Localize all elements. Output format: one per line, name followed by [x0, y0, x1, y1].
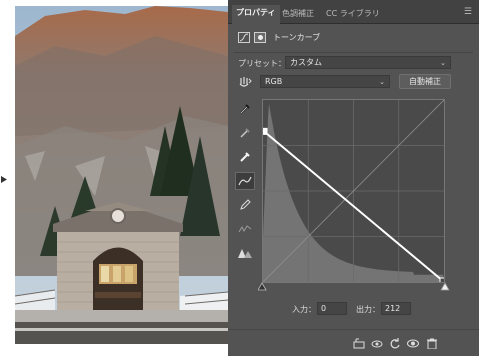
input-field[interactable]: 0 [317, 302, 347, 315]
curve-point[interactable] [263, 127, 268, 135]
channel-select[interactable]: RGB ⌄ [260, 75, 390, 88]
input-output-row: 入力： 0 出力： 212 [228, 302, 479, 316]
curve-edit-icon[interactable] [235, 172, 255, 190]
tab-adjustments[interactable]: 色調補正 [278, 6, 318, 22]
photo-preview [15, 6, 228, 344]
tab-properties[interactable]: プロパティ [232, 5, 280, 24]
curves-graph[interactable] [262, 99, 445, 283]
view-previous-icon[interactable] [371, 338, 383, 349]
eyedropper-white-icon[interactable] [235, 148, 255, 166]
visibility-icon[interactable] [407, 338, 419, 349]
finger-adjust-icon[interactable] [238, 76, 252, 88]
properties-panel: プロパティ 色調補正 CC ライブラリ ☰ トーンカーブ プリセット： カスタム… [228, 0, 479, 356]
tab-cc-libraries[interactable]: CC ライブラリ [322, 6, 384, 22]
panel-tab-bar: プロパティ 色調補正 CC ライブラリ ☰ [228, 0, 479, 24]
auto-button[interactable]: 自動補正 [399, 74, 451, 89]
input-label: 入力： [292, 305, 316, 314]
photo-marker-icon [1, 176, 7, 183]
curves-adjustment-icon [238, 31, 250, 43]
eyedropper-gray-icon[interactable] [235, 124, 255, 142]
panel-bottom-bar [228, 329, 479, 356]
output-field[interactable]: 212 [381, 302, 411, 315]
panel-title: トーンカーブ [273, 32, 321, 42]
input-level-sliders[interactable] [258, 282, 450, 292]
panel-menu-icon[interactable]: ☰ [464, 7, 472, 17]
clip-to-layer-icon[interactable] [353, 338, 365, 349]
chevron-down-icon: ⌄ [379, 78, 385, 86]
panel-title-row: トーンカーブ [238, 31, 320, 43]
chevron-down-icon: ⌄ [440, 59, 446, 67]
curve-tools [235, 100, 257, 268]
eyedropper-black-icon[interactable] [235, 100, 255, 118]
trash-icon[interactable] [426, 338, 438, 349]
preset-value: カスタム [290, 58, 322, 67]
layer-mask-icon[interactable] [254, 31, 266, 43]
white-point-slider[interactable] [440, 282, 450, 291]
reset-icon[interactable] [389, 338, 401, 349]
preset-select[interactable]: カスタム ⌄ [285, 56, 451, 69]
pencil-icon[interactable] [235, 196, 255, 214]
preset-label: プリセット： [238, 59, 286, 68]
black-point-slider[interactable] [258, 282, 267, 291]
smooth-icon[interactable] [235, 220, 255, 238]
clipping-warning-icon[interactable] [235, 244, 255, 262]
output-label: 出力： [356, 305, 380, 314]
divider [234, 52, 473, 53]
channel-value: RGB [265, 77, 283, 86]
